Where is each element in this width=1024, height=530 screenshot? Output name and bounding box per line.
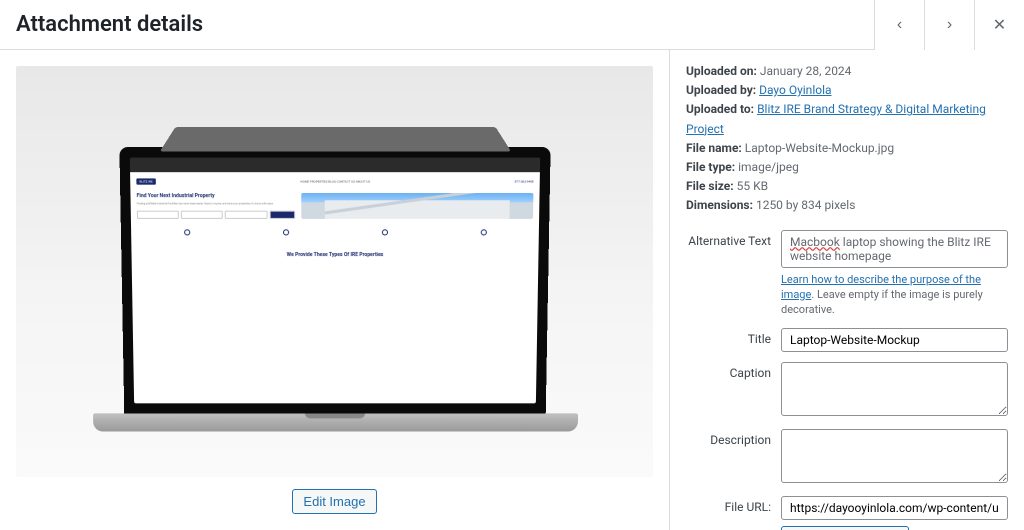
modal-content: BLITZ IRE HOME PROPERTIES BLOG CONTACT U… bbox=[0, 50, 1024, 530]
mockup-hero-title: Find Your Next Industrial Property bbox=[136, 193, 295, 199]
alt-text-label: Alternative Text bbox=[686, 230, 781, 248]
next-button[interactable]: › bbox=[924, 0, 974, 50]
mockup-logo: BLITZ IRE bbox=[136, 178, 156, 184]
description-input[interactable] bbox=[781, 429, 1008, 483]
laptop-mockup: BLITZ IRE HOME PROPERTIES BLOG CONTACT U… bbox=[124, 154, 546, 432]
chevron-right-icon: › bbox=[947, 16, 952, 34]
file-url-label: File URL: bbox=[686, 496, 781, 514]
file-size-row: File size: 55 KB bbox=[686, 177, 1008, 196]
title-label: Title bbox=[686, 328, 781, 346]
prev-button[interactable]: ‹ bbox=[874, 0, 924, 50]
mockup-phone: 877-303-9488 bbox=[514, 180, 533, 184]
attachment-preview: BLITZ IRE HOME PROPERTIES BLOG CONTACT U… bbox=[16, 66, 653, 477]
copy-url-button[interactable]: Copy URL to clipboard bbox=[781, 526, 909, 530]
caption-input[interactable] bbox=[781, 362, 1008, 416]
alt-text-help: Learn how to describe the purpose of the… bbox=[781, 272, 1008, 318]
uploaded-by-row: Uploaded by: Dayo Oyinlola bbox=[686, 81, 1008, 100]
title-input[interactable] bbox=[781, 328, 1008, 352]
file-type-row: File type: image/jpeg bbox=[686, 158, 1008, 177]
mockup-section-title: We Provide These Types Of IRE Properties bbox=[137, 251, 532, 257]
mockup-nav: HOME PROPERTIES BLOG CONTACT US ABOUT US bbox=[300, 180, 370, 184]
close-icon: ✕ bbox=[993, 15, 1006, 35]
uploaded-to-row: Uploaded to: Blitz IRE Brand Strategy & … bbox=[686, 100, 1008, 138]
file-name-row: File name: Laptop-Website-Mockup.jpg bbox=[686, 139, 1008, 158]
alt-text-input[interactable]: Macbook laptop showing the Blitz IRE web… bbox=[781, 230, 1008, 268]
mockup-hero-text: Finding profitable industrial facilities… bbox=[136, 202, 295, 206]
preview-panel: BLITZ IRE HOME PROPERTIES BLOG CONTACT U… bbox=[0, 50, 669, 530]
details-sidebar[interactable]: Uploaded on: January 28, 2024 Uploaded b… bbox=[669, 50, 1024, 530]
chevron-left-icon: ‹ bbox=[897, 16, 902, 34]
header-nav: ‹ › ✕ bbox=[874, 0, 1024, 50]
close-button[interactable]: ✕ bbox=[974, 0, 1024, 50]
dimensions-row: Dimensions: 1250 by 834 pixels bbox=[686, 196, 1008, 215]
attachment-details-modal: Attachment details ‹ › ✕ BLITZ IRE H bbox=[0, 0, 1024, 530]
caption-label: Caption bbox=[686, 362, 781, 380]
uploaded-by-link[interactable]: Dayo Oyinlola bbox=[759, 83, 831, 97]
modal-header: Attachment details ‹ › ✕ bbox=[0, 0, 1024, 50]
edit-image-button[interactable]: Edit Image bbox=[292, 489, 376, 514]
modal-title: Attachment details bbox=[16, 12, 203, 37]
settings-form: Alternative Text Macbook laptop showing … bbox=[686, 230, 1008, 530]
file-url-input[interactable] bbox=[781, 496, 1008, 520]
uploaded-on-row: Uploaded on: January 28, 2024 bbox=[686, 62, 1008, 81]
description-label: Description bbox=[686, 429, 781, 447]
